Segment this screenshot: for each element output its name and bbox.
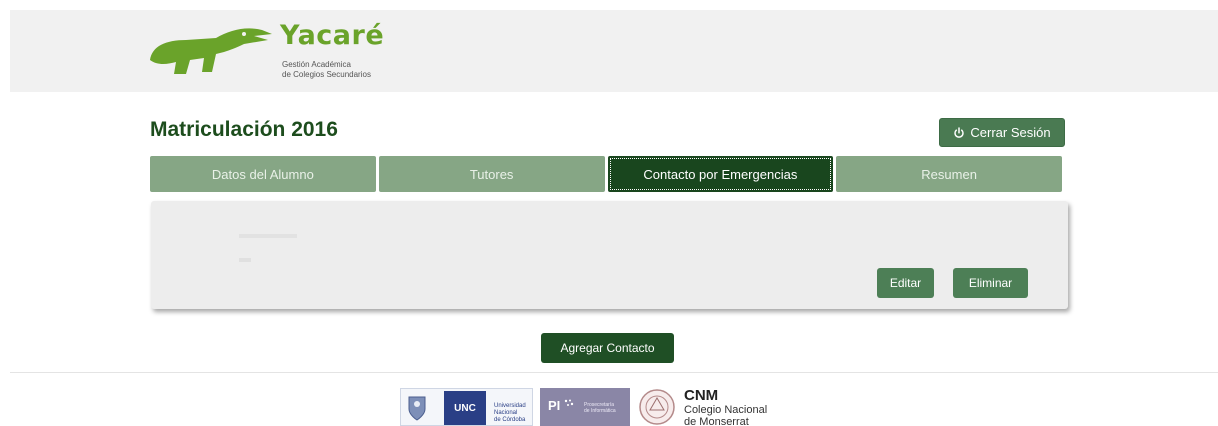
logo-subtitle: Gestión Académica de Colegios Secundario…: [282, 60, 422, 80]
contact-name-placeholder: [239, 234, 297, 238]
caiman-logo-icon: [150, 28, 272, 75]
unc-logo[interactable]: UNC Universidad Nacional de Córdoba: [400, 388, 533, 426]
logout-label: Cerrar Sesión: [970, 125, 1051, 140]
pi-dots-icon: [564, 399, 574, 406]
cnm-line-1: Colegio Nacional: [684, 404, 768, 416]
yacare-logo[interactable]: Yacaré Gestión Académica de Colegios Sec…: [146, 16, 406, 88]
pi-text-line2: de Informática: [584, 408, 616, 414]
footer-divider: [10, 372, 1218, 373]
unc-badge: UNC: [444, 391, 486, 425]
logo-subtitle-line1: Gestión Académica: [282, 60, 351, 69]
contact-card: Editar Eliminar: [151, 201, 1068, 309]
unc-text: Universidad Nacional de Córdoba: [494, 403, 526, 424]
pi-mark: PI: [548, 398, 561, 413]
tab-resumen[interactable]: Resumen: [836, 156, 1062, 192]
unc-text-line3: de Córdoba: [494, 417, 526, 423]
logo-title: Yacaré: [280, 20, 385, 51]
delete-button[interactable]: Eliminar: [953, 268, 1028, 298]
cnm-abbr: CNM: [684, 387, 719, 404]
cnm-line-2: de Monserrat: [684, 416, 749, 426]
unc-text-line2: Nacional: [494, 410, 518, 416]
unc-shield-icon: [408, 396, 426, 421]
prosecretaria-informatica-logo[interactable]: PI Prosecretaría de Informática: [540, 388, 630, 426]
power-icon: [953, 126, 965, 139]
contact-detail-placeholder: [239, 258, 251, 262]
pi-text: Prosecretaría de Informática: [584, 402, 628, 414]
edit-button[interactable]: Editar: [877, 268, 934, 298]
wizard-tabs: Datos del Alumno Tutores Contacto por Em…: [150, 156, 1062, 192]
unc-text-line1: Universidad: [494, 403, 526, 409]
tab-contacto-por-emergencias[interactable]: Contacto por Emergencias: [607, 156, 834, 192]
tab-datos-del-alumno[interactable]: Datos del Alumno: [150, 156, 376, 192]
header: Yacaré Gestión Académica de Colegios Sec…: [10, 10, 1218, 92]
page: Yacaré Gestión Académica de Colegios Sec…: [0, 0, 1218, 426]
cnm-seal-icon[interactable]: [638, 388, 676, 426]
add-contact-button[interactable]: Agregar Contacto: [541, 333, 674, 363]
logout-button[interactable]: Cerrar Sesión: [939, 118, 1065, 147]
footer-logos: UNC Universidad Nacional de Córdoba PI P…: [400, 388, 820, 426]
tab-tutores[interactable]: Tutores: [378, 156, 605, 192]
page-title: Matriculación 2016: [150, 118, 338, 141]
logo-subtitle-line2: de Colegios Secundarios: [282, 70, 371, 79]
